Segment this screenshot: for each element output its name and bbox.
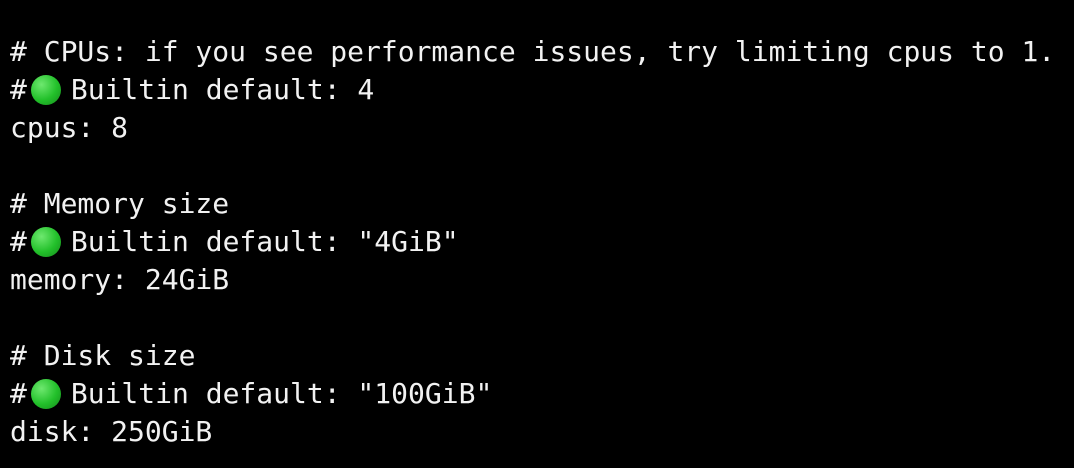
memory-default-line: # Builtin default: "4GiB" xyxy=(10,223,1074,261)
cpus-setting-line: cpus: 8 xyxy=(10,111,129,144)
comment-hash: # xyxy=(10,225,27,258)
green-circle-icon xyxy=(30,227,61,257)
config-file-content: # CPUs: if you see performance issues, t… xyxy=(10,33,1074,451)
terminal-window: # CPUs: if you see performance issues, t… xyxy=(0,0,1074,468)
memory-comment-line: # Memory size xyxy=(10,187,230,220)
green-circle-icon xyxy=(30,379,61,409)
green-circle-icon xyxy=(30,75,61,105)
cpus-default-text: Builtin default: 4 xyxy=(70,73,375,106)
disk-default-text: Builtin default: "100GiB" xyxy=(70,377,493,410)
comment-hash: # xyxy=(10,377,27,410)
memory-default-text: Builtin default: "4GiB" xyxy=(70,225,459,258)
cpus-comment-line: # CPUs: if you see performance issues, t… xyxy=(10,35,1056,68)
disk-comment-line: # Disk size xyxy=(10,339,196,372)
disk-setting-line: disk: 250GiB xyxy=(10,415,213,448)
memory-setting-line: memory: 24GiB xyxy=(10,263,230,296)
disk-default-line: # Builtin default: "100GiB" xyxy=(10,375,1074,413)
comment-hash: # xyxy=(10,73,27,106)
cpus-default-line: # Builtin default: 4 xyxy=(10,71,1074,109)
